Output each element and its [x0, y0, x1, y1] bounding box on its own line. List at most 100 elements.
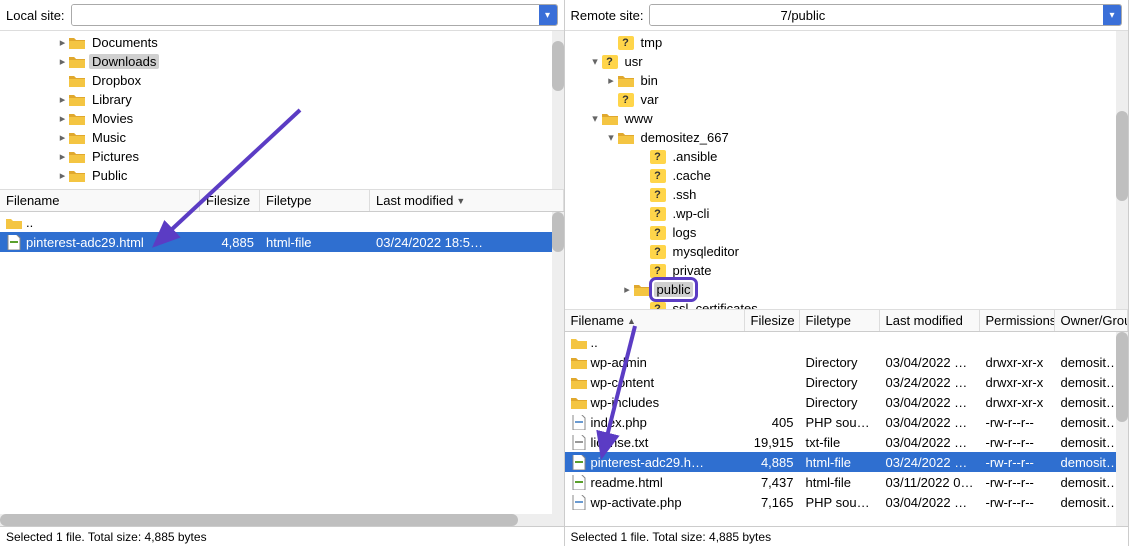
tree-label: public: [654, 282, 694, 297]
unknown-folder-icon: ?: [650, 245, 666, 259]
tree-item-logs[interactable]: ?logs: [565, 223, 1129, 242]
remote-site-combo[interactable]: ▾: [649, 4, 1122, 26]
col-filename[interactable]: Filename ▲: [565, 310, 745, 331]
col-filetype[interactable]: Filetype: [800, 310, 880, 331]
disclosure-icon[interactable]: ▸: [56, 93, 69, 106]
col-filesize[interactable]: Filesize: [200, 190, 260, 211]
tree-item-music[interactable]: ▸ Music: [0, 128, 564, 147]
tree-item-.cache[interactable]: ?.cache: [565, 166, 1129, 185]
sort-asc-icon: ▲: [627, 316, 636, 326]
tree-label: Dropbox: [89, 73, 144, 88]
tree-item-library[interactable]: ▸Library: [0, 90, 564, 109]
file-row[interactable]: ..: [0, 212, 564, 232]
tree-item-.ansible[interactable]: ?.ansible: [565, 147, 1129, 166]
folder-icon: [69, 74, 85, 88]
local-file-list[interactable]: ..pinterest-adc29.html4,885html-file03/2…: [0, 212, 564, 514]
tree-item-mysqleditor[interactable]: ?mysqleditor: [565, 242, 1129, 261]
tree-item-bin[interactable]: ▸bin: [565, 71, 1129, 90]
tree-item-.wp-cli[interactable]: ?.wp-cli: [565, 204, 1129, 223]
disclosure-icon[interactable]: ▸: [56, 55, 69, 68]
col-lastmod[interactable]: Last modified: [880, 310, 980, 331]
file-row[interactable]: license.txt19,915txt-file03/04/2022 …-rw…: [565, 432, 1129, 452]
tree-item-ssl_certificates[interactable]: ?ssl_certificates: [565, 299, 1129, 310]
col-lastmod[interactable]: Last modified ▼: [370, 190, 564, 211]
col-filename[interactable]: Filename: [0, 190, 200, 211]
cell-perm: -rw-r--r--: [980, 455, 1055, 470]
local-path-input[interactable]: [72, 5, 539, 25]
tree-item-movies[interactable]: ▸Movies: [0, 109, 564, 128]
tree-item-public[interactable]: ▸ public: [565, 280, 1129, 299]
cell-mod: 03/04/2022 …: [880, 435, 980, 450]
local-tree-scrollbar[interactable]: [552, 31, 564, 189]
file-row[interactable]: ..: [565, 332, 1129, 352]
disclosure-icon[interactable]: ▸: [56, 112, 69, 125]
unknown-folder-icon: ?: [650, 207, 666, 221]
cell-perm: -rw-r--r--: [980, 435, 1055, 450]
disclosure-icon[interactable]: ▸: [56, 150, 69, 163]
remote-list-scrollbar[interactable]: [1116, 332, 1128, 526]
file-row[interactable]: wp-activate.php7,165PHP source03/04/2022…: [565, 492, 1129, 512]
remote-panel: Remote site: ▾ ?tmp▾?usr▸bin?var▾www▾dem…: [565, 0, 1129, 546]
file-row[interactable]: readme.html7,437html-file03/11/2022 0…-r…: [565, 472, 1129, 492]
cell-perm: drwxr-xr-x: [980, 395, 1055, 410]
cell-name: wp-includes: [565, 395, 745, 410]
remote-path-dropdown[interactable]: ▾: [1103, 5, 1121, 25]
cell-size: 7,437: [745, 475, 800, 490]
cell-name: index.php: [565, 415, 745, 430]
remote-path-input[interactable]: [650, 5, 1103, 25]
local-list-scrollbar[interactable]: [552, 212, 564, 514]
tree-label: Public: [89, 168, 130, 183]
tree-label: Music: [89, 130, 129, 145]
file-row[interactable]: wp-adminDirectory03/04/2022 …drwxr-xr-xd…: [565, 352, 1129, 372]
local-site-combo[interactable]: ▾: [71, 4, 558, 26]
tree-item-.ssh[interactable]: ?.ssh: [565, 185, 1129, 204]
cell-perm: -rw-r--r--: [980, 415, 1055, 430]
file-row[interactable]: wp-contentDirectory03/24/2022 1…drwxr-xr…: [565, 372, 1129, 392]
file-row[interactable]: index.php405PHP source03/04/2022 …-rw-r-…: [565, 412, 1129, 432]
folder-icon: [69, 150, 85, 164]
tree-item-www[interactable]: ▾www: [565, 109, 1129, 128]
disclosure-icon[interactable]: ▸: [56, 169, 69, 182]
local-site-label: Local site:: [6, 8, 65, 23]
tree-label: .ansible: [670, 149, 721, 164]
cell-type: PHP source: [800, 495, 880, 510]
col-filesize[interactable]: Filesize: [745, 310, 800, 331]
tree-item-public[interactable]: ▸ Public: [0, 166, 564, 185]
tree-item-demositez_667[interactable]: ▾demositez_667: [565, 128, 1129, 147]
cell-size: 19,915: [745, 435, 800, 450]
tree-item-dropbox[interactable]: Dropbox: [0, 71, 564, 90]
cell-name: pinterest-adc29.html: [0, 235, 200, 250]
local-path-dropdown[interactable]: ▾: [539, 5, 557, 25]
disclosure-icon[interactable]: ▸: [56, 131, 69, 144]
file-row[interactable]: pinterest-adc29.h…4,885html-file03/24/20…: [565, 452, 1129, 472]
local-tree[interactable]: ▸ Documents ▸ Downloads Dropbox ▸Library▸Movi…: [0, 30, 564, 190]
tree-label: Downloads: [89, 54, 159, 69]
col-permissions[interactable]: Permissions: [980, 310, 1055, 331]
tree-item-documents[interactable]: ▸ Documents: [0, 33, 564, 52]
tree-item-tmp[interactable]: ?tmp: [565, 33, 1129, 52]
file-row[interactable]: pinterest-adc29.html4,885html-file03/24/…: [0, 232, 564, 252]
remote-file-list[interactable]: ..wp-adminDirectory03/04/2022 …drwxr-xr-…: [565, 332, 1129, 526]
local-hscroll[interactable]: [0, 514, 564, 526]
file-row[interactable]: wp-includesDirectory03/04/2022 …drwxr-xr…: [565, 392, 1129, 412]
local-panel: Local site: ▾ ▸ Documents ▸ Downloads Dropbo…: [0, 0, 565, 546]
disclosure-icon[interactable]: ▾: [589, 55, 602, 68]
tree-item-downloads[interactable]: ▸ Downloads: [0, 52, 564, 71]
cell-mod: 03/04/2022 …: [880, 355, 980, 370]
folder-icon: [69, 36, 85, 50]
disclosure-icon[interactable]: ▸: [621, 283, 634, 296]
disclosure-icon[interactable]: ▾: [605, 131, 618, 144]
remote-tree-scrollbar[interactable]: [1116, 31, 1128, 309]
tree-item-private[interactable]: ?private: [565, 261, 1129, 280]
col-owner[interactable]: Owner/Group: [1055, 310, 1129, 331]
disclosure-icon[interactable]: ▾: [589, 112, 602, 125]
tree-item-pictures[interactable]: ▸Pictures: [0, 147, 564, 166]
tree-label: Documents: [89, 35, 161, 50]
disclosure-icon[interactable]: ▸: [605, 74, 618, 87]
cell-mod: 03/24/2022 18:5…: [370, 235, 564, 250]
tree-item-usr[interactable]: ▾?usr: [565, 52, 1129, 71]
remote-tree[interactable]: ?tmp▾?usr▸bin?var▾www▾demositez_667?.ans…: [565, 30, 1129, 310]
tree-item-var[interactable]: ?var: [565, 90, 1129, 109]
col-filetype[interactable]: Filetype: [260, 190, 370, 211]
disclosure-icon[interactable]: ▸: [56, 36, 69, 49]
